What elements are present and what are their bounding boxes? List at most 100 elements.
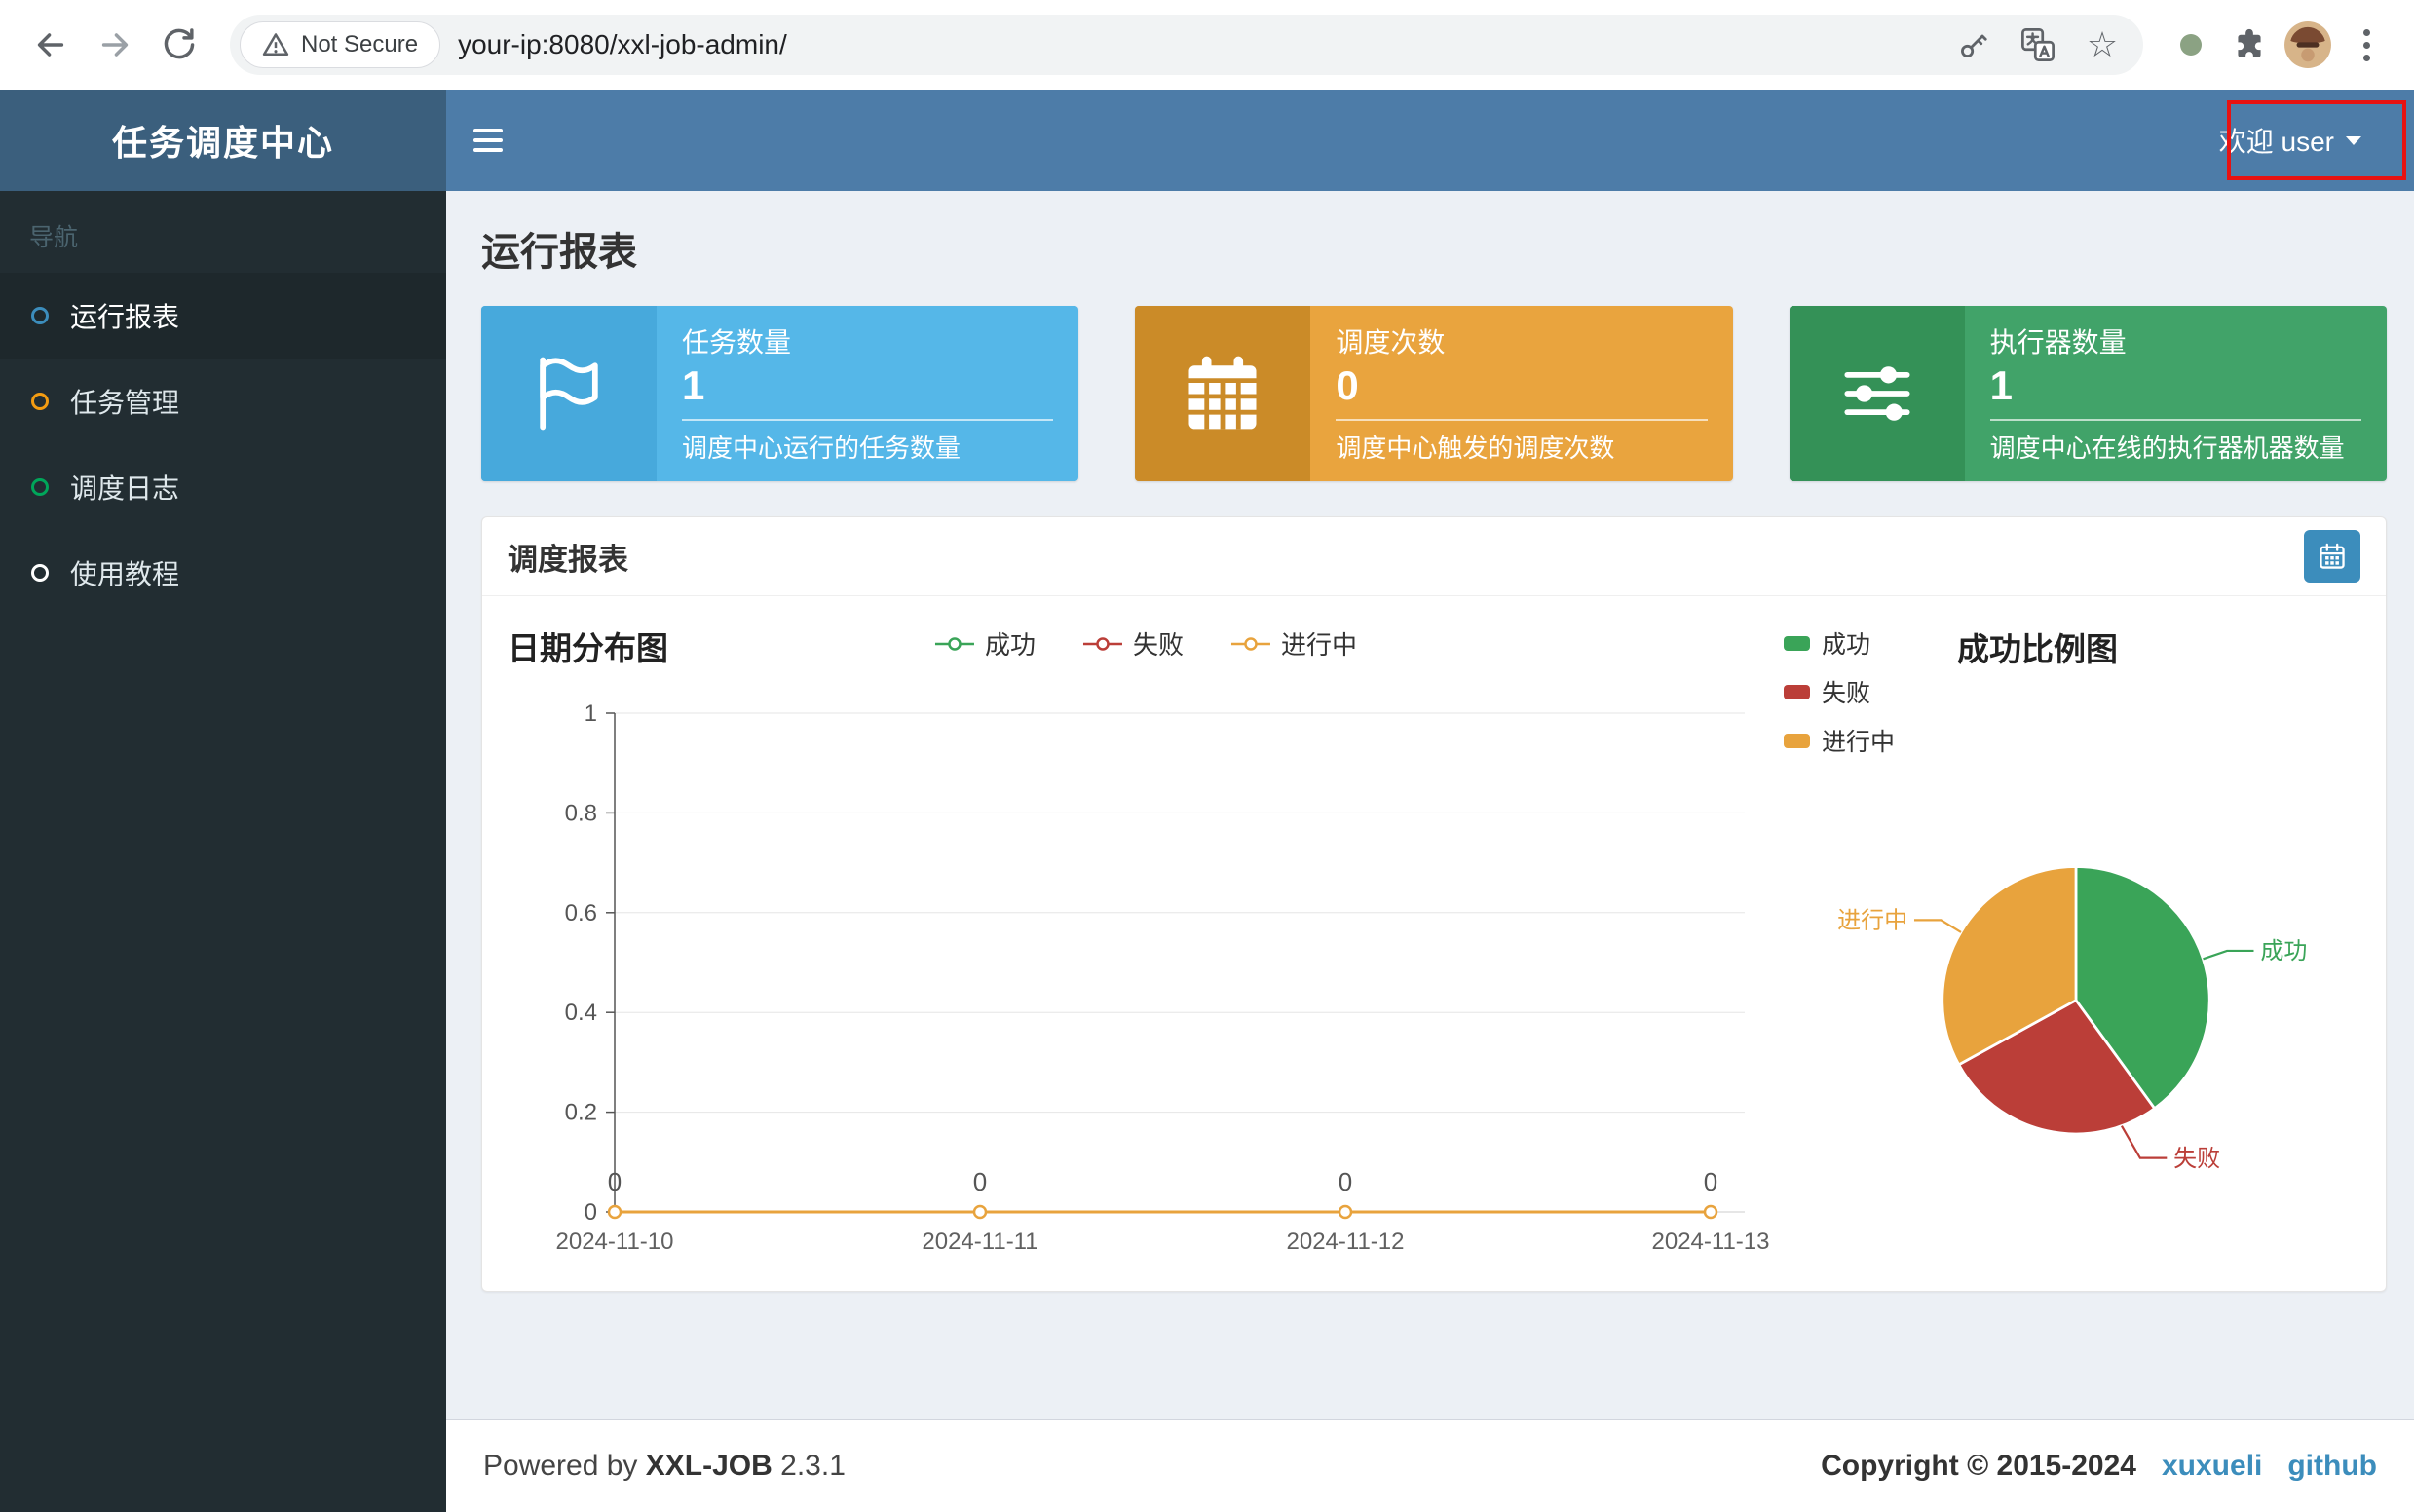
- stat-desc: 调度中心触发的调度次数: [1336, 429, 1707, 465]
- svg-text:1: 1: [585, 700, 597, 727]
- legend-swatch: [1784, 685, 1810, 699]
- pie-legend-running[interactable]: 进行中: [1784, 723, 1895, 758]
- warning-icon: [262, 31, 289, 58]
- legend-item-running[interactable]: 进行中: [1230, 625, 1357, 662]
- sidebar-item-help[interactable]: 使用教程: [0, 530, 446, 616]
- pie-label-running: 进行中: [1837, 908, 1907, 934]
- star-icon[interactable]: ☆: [2079, 21, 2126, 68]
- line-legend-icon: [1082, 636, 1123, 652]
- sliders-icon: [1790, 306, 1965, 481]
- brand-title: 任务调度中心: [112, 115, 334, 166]
- date-range-button[interactable]: [2304, 530, 2360, 583]
- stat-desc: 调度中心运行的任务数量: [682, 429, 1053, 465]
- sidebar-item-label: 任务管理: [70, 382, 179, 421]
- menu-dots-icon[interactable]: [2342, 20, 2391, 69]
- stat-title: 任务数量: [682, 321, 1053, 360]
- legend-swatch: [1784, 734, 1810, 748]
- line-chart-legend: 成功 失败 进行中: [934, 625, 1357, 662]
- legend-item-fail[interactable]: 失败: [1082, 625, 1184, 662]
- legend-item-success[interactable]: 成功: [934, 625, 1036, 662]
- svg-text:2024-11-13: 2024-11-13: [1652, 1228, 1770, 1255]
- flag-icon: [481, 306, 657, 481]
- back-icon[interactable]: [23, 18, 78, 72]
- line-legend-icon: [1230, 636, 1271, 652]
- footer: Powered by XXL-JOB 2.3.1 Copyright © 201…: [446, 1419, 2414, 1512]
- divider: [682, 419, 1053, 421]
- sidebar-item-label: 运行报表: [70, 296, 179, 335]
- line-legend-icon: [934, 636, 975, 652]
- extension-dot-icon[interactable]: [2167, 20, 2215, 69]
- pie-legend-fail[interactable]: 失败: [1784, 674, 1895, 709]
- svg-text:0: 0: [1339, 1167, 1352, 1196]
- pie-chart-title: 成功比例图: [1957, 624, 2118, 670]
- sidebar-item-job-manage[interactable]: 任务管理: [0, 359, 446, 444]
- circle-icon: [31, 564, 49, 582]
- svg-text:2024-11-10: 2024-11-10: [556, 1228, 674, 1255]
- panel-title: 调度报表: [508, 535, 628, 579]
- stat-title: 调度次数: [1336, 321, 1707, 360]
- divider: [1990, 419, 2361, 421]
- sidebar-item-run-report[interactable]: 运行报表: [0, 273, 446, 359]
- stat-desc: 调度中心在线的执行器机器数量: [1990, 429, 2361, 465]
- brand-logo[interactable]: 任务调度中心: [0, 90, 446, 191]
- data-point-labels: 0 0 0 0: [608, 1167, 1717, 1196]
- svg-text:0: 0: [973, 1167, 987, 1196]
- svg-text:0.6: 0.6: [565, 900, 597, 926]
- pie-label-fail: 失败: [2173, 1146, 2220, 1172]
- date-distribution-chart: 0 0.2 0.4 0.6 0.8 1: [508, 674, 1774, 1259]
- sidebar-toggle-icon[interactable]: [473, 129, 503, 152]
- url-text[interactable]: your-ip:8080/xxl-job-admin/: [458, 29, 1933, 60]
- content-area: 运行报表 任务数量 1 调度中心运行的任务数量: [446, 191, 2414, 1512]
- stat-value: 1: [682, 362, 1053, 409]
- key-icon[interactable]: [1950, 21, 1997, 68]
- report-panel: 调度报表 日期分布图: [481, 516, 2387, 1292]
- sidebar-item-job-log[interactable]: 调度日志: [0, 444, 446, 530]
- stat-card-triggers: 调度次数 0 调度中心触发的调度次数: [1135, 306, 1732, 481]
- calendar-icon: [1135, 306, 1310, 481]
- sidebar-item-label: 调度日志: [70, 468, 179, 507]
- grid-lines: [615, 713, 1745, 1212]
- profile-avatar[interactable]: [2283, 20, 2332, 69]
- divider: [1336, 419, 1707, 421]
- user-menu[interactable]: 欢迎 user: [2219, 121, 2414, 160]
- sidebar-item-label: 使用教程: [70, 553, 179, 592]
- reload-icon[interactable]: [152, 18, 207, 72]
- chevron-down-icon: [2346, 136, 2361, 145]
- link-xuxueli[interactable]: xuxueli: [2162, 1450, 2262, 1483]
- calendar-icon: [2318, 542, 2347, 571]
- link-github[interactable]: github: [2287, 1450, 2377, 1483]
- circle-icon: [31, 393, 49, 410]
- copyright: Copyright © 2015-2024 xuxueli github: [1821, 1450, 2377, 1483]
- security-chip[interactable]: Not Secure: [240, 21, 440, 68]
- circle-icon: [31, 478, 49, 496]
- pie-label-line-success: [2203, 951, 2253, 959]
- sidebar-section-label: 导航: [0, 191, 446, 273]
- page-title: 运行报表: [481, 220, 2387, 277]
- line-chart-title: 日期分布图: [508, 623, 668, 669]
- address-bar[interactable]: Not Secure your-ip:8080/xxl-job-admin/ ☆: [230, 15, 2143, 75]
- forward-icon[interactable]: [88, 18, 142, 72]
- svg-text:2024-11-11: 2024-11-11: [922, 1228, 1037, 1255]
- top-navbar: 欢迎 user: [446, 90, 2414, 191]
- extensions-puzzle-icon[interactable]: [2225, 20, 2274, 69]
- translate-icon[interactable]: [2015, 21, 2061, 68]
- stat-card-jobs: 任务数量 1 调度中心运行的任务数量: [481, 306, 1078, 481]
- stat-cards-row: 任务数量 1 调度中心运行的任务数量: [481, 306, 2387, 481]
- y-axis: [606, 713, 615, 1212]
- line-chart-section: 日期分布图 成功 失败: [508, 618, 1784, 1264]
- svg-text:0.4: 0.4: [565, 1000, 597, 1026]
- svg-text:0.2: 0.2: [565, 1100, 597, 1126]
- footer-brand: XXL-JOB: [646, 1450, 773, 1482]
- sidebar: 导航 运行报表 任务管理 调度日志 使用教程: [0, 191, 446, 1512]
- svg-text:2024-11-12: 2024-11-12: [1287, 1228, 1405, 1255]
- stat-title: 执行器数量: [1990, 321, 2361, 360]
- circle-icon: [31, 307, 49, 324]
- pie-label-success: 成功: [2260, 938, 2307, 964]
- x-tick-labels: 2024-11-10 2024-11-11 2024-11-12 2024-11…: [556, 1228, 1770, 1255]
- panel-heading: 调度报表: [482, 517, 2386, 596]
- footer-version: 2.3.1: [780, 1450, 846, 1482]
- pie-chart-section: 成功 失败 进行中 成功: [1784, 618, 2368, 1264]
- stat-value: 1: [1990, 362, 2361, 409]
- browser-toolbar: Not Secure your-ip:8080/xxl-job-admin/ ☆: [0, 0, 2414, 90]
- pie-legend-success[interactable]: 成功: [1784, 625, 1895, 661]
